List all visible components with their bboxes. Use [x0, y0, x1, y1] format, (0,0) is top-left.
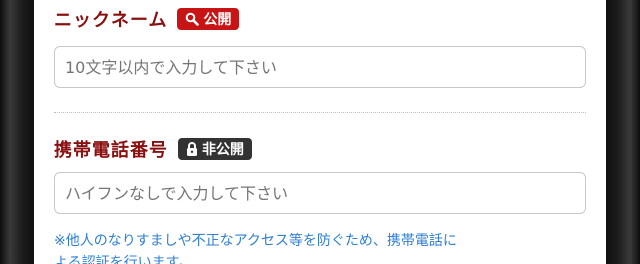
- nickname-label: ニックネーム: [54, 10, 168, 31]
- note-line-2: よる認証を行います。: [54, 255, 193, 264]
- public-badge: 公開: [177, 8, 240, 30]
- public-badge-label: 公開: [203, 12, 232, 28]
- nickname-section: ニックネーム 公開: [54, 0, 586, 112]
- search-icon: [186, 12, 200, 26]
- phone-section: 携帯電話番号 非公開 ※他人のなりすましや不正なアクセス等を防ぐため、携帯電話に…: [54, 114, 586, 264]
- note-line-1: ※他人のなりすましや不正なアクセス等を防ぐため、携帯電話に: [54, 233, 457, 249]
- form-screen: ニックネーム 公開 携帯電話番号 非公開: [34, 0, 606, 264]
- section-divider: [54, 112, 586, 113]
- phone-label-row: 携帯電話番号 非公開: [54, 132, 252, 166]
- nickname-label-row: ニックネーム 公開: [54, 2, 240, 36]
- device-bezel-left: [0, 0, 34, 264]
- phone-label: 携帯電話番号: [54, 140, 168, 161]
- phone-verification-note: ※他人のなりすましや不正なアクセス等を防ぐため、携帯電話に よる認証を行います。: [54, 230, 586, 264]
- nickname-input[interactable]: [54, 46, 586, 88]
- device-bezel-right: [606, 0, 640, 264]
- phone-input[interactable]: [54, 172, 586, 214]
- private-badge-label: 非公開: [202, 142, 244, 158]
- lock-icon: [187, 142, 197, 156]
- private-badge: 非公開: [178, 138, 252, 160]
